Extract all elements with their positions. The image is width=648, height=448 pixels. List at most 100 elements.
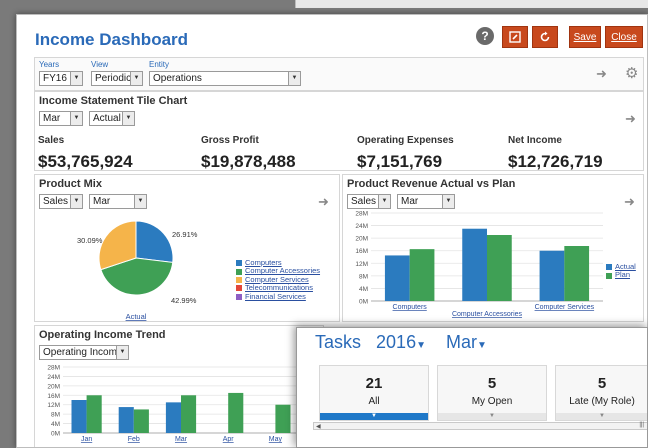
mix-measure-value: Sales — [43, 196, 69, 207]
arrow-right-icon[interactable]: ➜ — [625, 111, 636, 127]
y-tick-label: 8M — [359, 273, 368, 280]
legend-label: Plan — [615, 270, 631, 280]
save-label: Save — [573, 31, 597, 43]
tile-scenario-value: Actual — [93, 113, 121, 124]
entity-select[interactable]: Operations ▼ — [149, 71, 301, 86]
kpi-value-sales: $53,765,924 — [38, 152, 133, 171]
pie-slice-label: 26.91% — [172, 230, 198, 239]
operating-income-bar-chart: 0M 4M 8M 12M 16M 20M 24M 28M Jan Feb Mar Apr May — [47, 365, 299, 443]
chevron-down-icon: ▼ — [288, 72, 300, 85]
save-button[interactable]: Save — [569, 26, 601, 48]
tasks-period-dropdown[interactable]: Mar▼ — [446, 332, 487, 352]
bar-actual — [118, 407, 134, 433]
y-tick-label: 20M — [47, 383, 60, 390]
x-tick-label: Feb — [128, 436, 140, 443]
bar-plan — [228, 392, 244, 433]
product-revenue-panel: Product Revenue Actual vs Plan Sales ▼ Ma… — [342, 174, 644, 322]
bar-plan — [133, 409, 149, 433]
years-label: Years — [39, 60, 60, 69]
chevron-down-icon: ▼ — [130, 72, 142, 85]
kpi-label-net-income: Net Income — [508, 135, 562, 146]
bar-actual — [539, 250, 565, 301]
product-mix-legend: Computers Computer Accessories Computer … — [236, 258, 320, 301]
bar-actual — [165, 402, 181, 433]
revenue-measure-value: Sales — [351, 196, 377, 207]
x-tick-label: Mar — [175, 436, 188, 443]
x-tick-label: May — [269, 436, 283, 443]
task-count: 5 — [597, 375, 607, 392]
close-label: Close — [611, 31, 637, 43]
arrow-right-icon[interactable]: ➜ — [318, 194, 329, 210]
close-button[interactable]: Close — [605, 26, 643, 48]
chevron-down-icon: ▼ — [70, 112, 82, 125]
legend-swatch — [236, 293, 242, 300]
help-icon[interactable]: ? — [476, 27, 494, 45]
tasks-header: Tasks 2016▼ Mar▼ — [315, 332, 487, 353]
task-card-my-open[interactable]: 5 My Open ▼ — [437, 365, 547, 421]
trend-measure-select[interactable]: Operating Income ▼ — [39, 345, 129, 360]
horizontal-scrollbar[interactable]: ◀ ||| — [313, 422, 647, 430]
legend-swatch — [236, 260, 242, 267]
operating-income-title: Operating Income Trend — [39, 329, 166, 341]
tile-scenario-select[interactable]: Actual ▼ — [89, 111, 135, 126]
entity-value: Operations — [153, 73, 202, 84]
bar-actual — [462, 228, 487, 301]
pencil-icon — [509, 31, 521, 43]
legend-label: Financial Services — [245, 291, 306, 301]
years-select[interactable]: FY16 ▼ — [39, 71, 83, 86]
pie-slice — [135, 220, 174, 263]
legend-swatch — [606, 272, 612, 279]
entity-label: Entity — [149, 60, 170, 69]
task-label: All — [368, 396, 380, 407]
task-card-all[interactable]: 21 All ▼ — [319, 365, 429, 421]
bar-plan — [86, 395, 102, 433]
caret-down-icon: ▼ — [416, 340, 426, 351]
task-label: My Open — [471, 396, 513, 407]
task-card-late[interactable]: 5 Late (My Role) ▼ — [555, 365, 647, 421]
arrow-right-icon[interactable]: ➜ — [624, 194, 635, 210]
revenue-measure-select[interactable]: Sales ▼ — [347, 194, 391, 209]
chevron-down-icon: ▼ — [442, 195, 454, 208]
indicator-icon: ▼ — [438, 413, 546, 420]
tasks-period: Mar — [446, 332, 477, 352]
x-tick-label: Computer Services — [535, 304, 595, 311]
arrow-right-icon[interactable]: ➜ — [596, 66, 607, 82]
pie-slice-label: 30.09% — [77, 236, 103, 245]
y-tick-label: 8M — [51, 412, 60, 419]
kpi-value-net-income: $12,726,719 — [508, 152, 603, 171]
edit-button[interactable] — [502, 26, 528, 48]
y-tick-label: 16M — [47, 393, 60, 400]
caret-down-icon: ▼ — [477, 340, 487, 351]
y-tick-label: 0M — [51, 431, 60, 438]
mix-period-value: Mar — [93, 196, 111, 207]
bar-plan — [564, 246, 590, 301]
view-select[interactable]: Periodic ▼ — [91, 71, 143, 86]
x-tick-label: Apr — [223, 436, 235, 443]
years-value: FY16 — [43, 73, 67, 84]
y-tick-label: 4M — [51, 421, 60, 428]
x-tick-label: Computers — [393, 304, 428, 311]
tasks-year: 2016 — [376, 332, 417, 352]
view-label: View — [91, 60, 109, 69]
legend-item-financial-services[interactable]: Financial Services — [236, 291, 320, 301]
tasks-panel: Tasks 2016▼ Mar▼ 21 All ▼ 5 My Open ▼ 5 … — [296, 327, 648, 448]
product-revenue-bar-chart: 0M 4M 8M 12M 16M 20M 24M 28M Computers Computer A… — [355, 211, 603, 318]
y-tick-label: 24M — [47, 374, 60, 381]
scroll-left-icon[interactable]: ◀ — [316, 423, 321, 430]
chevron-down-icon: ▼ — [122, 112, 134, 125]
revenue-period-select[interactable]: Mar ▼ — [397, 194, 455, 209]
background-window-strip — [295, 0, 648, 8]
refresh-button[interactable] — [532, 26, 558, 48]
task-count: 5 — [487, 375, 497, 392]
y-tick-label: 28M — [47, 365, 60, 372]
legend-item-plan[interactable]: Plan — [606, 270, 636, 280]
tasks-year-dropdown[interactable]: 2016▼ — [376, 332, 426, 352]
bar-actual — [384, 255, 410, 301]
bar-plan — [409, 249, 435, 301]
gear-icon[interactable]: ⚙ — [625, 64, 638, 82]
tile-period-select[interactable]: Mar ▼ — [39, 111, 83, 126]
y-tick-label: 24M — [355, 223, 368, 230]
y-tick-label: 4M — [359, 286, 368, 293]
bar-plan — [181, 395, 197, 433]
operating-income-panel: Operating Income Trend Operating Income ▼… — [34, 325, 324, 447]
